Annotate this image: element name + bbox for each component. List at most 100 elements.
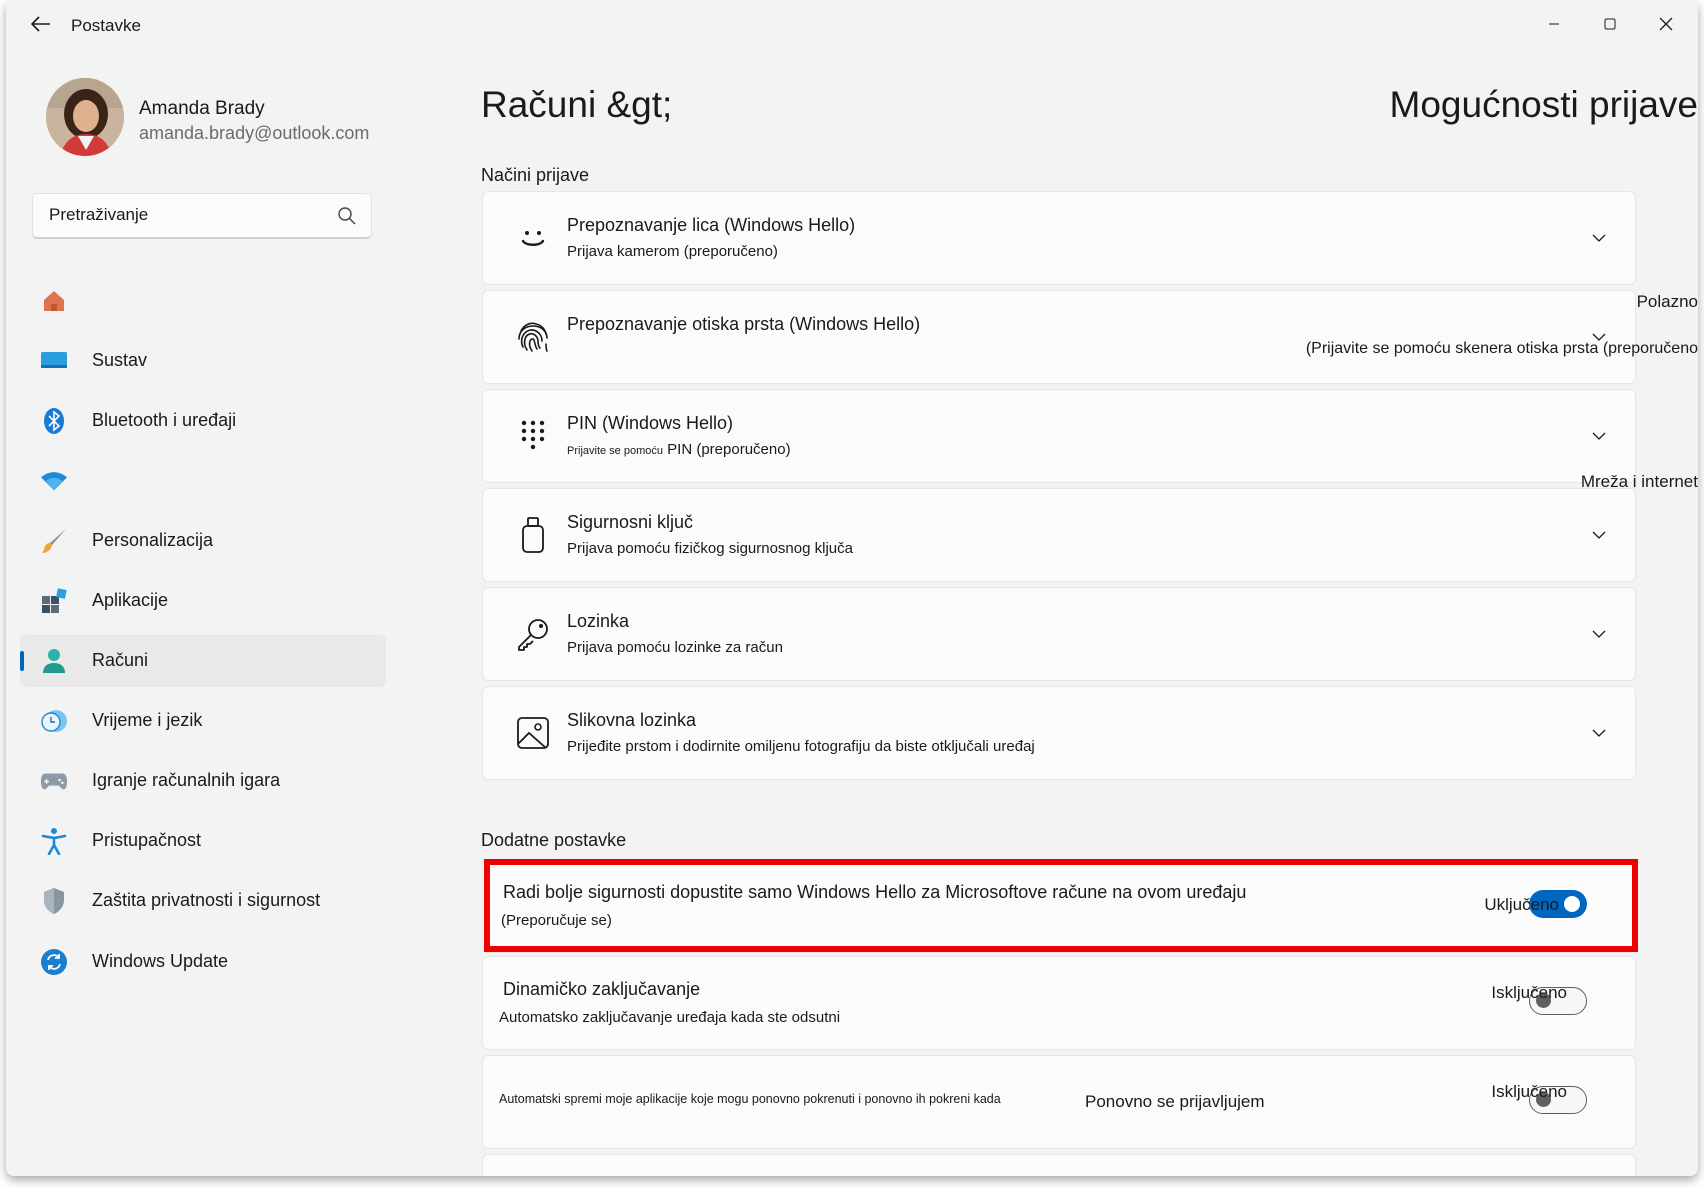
setting-subtitle: Automatsko zaključavanje uređaja kada st… [499,1009,841,1026]
card-subtitle-prefix: Prijavite se pomoću [567,445,663,457]
setting-title: Dinamičko zaključavanje [503,979,701,999]
restart-apps-setting: Automatski spremi moje aplikacije koje m… [482,1055,1636,1149]
picture-icon [513,713,553,753]
setting-title-continued: Ponovno se prijavljujem [1085,1092,1265,1111]
maximize-icon [1604,18,1616,30]
card-subtitle-main: PIN (preporučeno) [667,441,791,458]
sidebar-item-label: Vrijeme i jezik [92,710,203,730]
update-icon [40,948,68,976]
password-card[interactable]: Lozinka Prijava pomoću lozinke za račun [482,587,1636,681]
card-title: Slikovna lozinka [567,710,697,730]
toggle-state-label: Isključeno [1491,1082,1567,1101]
dynamic-lock-setting: Dinamičko zaključavanje Automatsko zaklj… [482,956,1636,1050]
back-button[interactable] [26,12,56,36]
chevron-down-icon [1592,432,1606,440]
sidebar-item-label: Aplikacije [92,590,169,610]
clock-globe-icon [40,707,68,735]
close-button[interactable] [1646,10,1686,38]
sidebar-item-gaming[interactable]: Igranje računalnih igara [20,755,386,807]
back-arrow-icon [31,16,50,32]
sidebar-item-personalization[interactable]: Personalizacija [20,515,386,567]
signin-methods-heading: Načini prijave [481,165,590,185]
search-box[interactable] [32,193,372,239]
sidebar-item-system[interactable]: Sustav [20,335,386,387]
sidebar-item-label: Windows Update [92,951,229,971]
toggle-state-label: Isključeno [1491,983,1567,1002]
security-key-card[interactable]: Sigurnosni ključ Prijava pomoću fizičkog… [482,488,1636,582]
key-icon [513,614,553,654]
shield-icon [40,887,68,915]
sidebar-item-label: Igranje računalnih igara [92,770,281,790]
settings-window: Postavke Amanda Brady amanda.brady@outlo… [6,0,1698,1176]
sidebar-item-windows-update[interactable]: Windows Update [20,936,386,988]
wifi-icon [40,467,68,495]
setting-subtitle: (Preporučuje se) [501,912,612,929]
picture-password-card[interactable]: Slikovna lozinka Prijeđite prstom i dodi… [482,686,1636,780]
pin-keypad-icon [513,416,553,456]
user-email: amanda.brady@outlook.com [139,123,370,143]
close-icon [1659,17,1673,31]
card-subtitle: Prijeđite prstom i dodirnite omiljenu fo… [567,738,1035,755]
sidebar-item-label: Računi [92,650,149,670]
sidebar-item-label: Zaštita privatnosti i sigurnost [92,890,321,910]
face-icon [513,218,553,258]
card-title: Sigurnosni ključ [567,512,694,532]
search-input[interactable] [49,202,319,228]
breadcrumb-parent[interactable]: Računi &gt; [481,84,672,126]
avatar[interactable] [46,78,124,156]
sidebar-item-bluetooth[interactable]: Bluetooth i uređaji [20,395,386,447]
page-title: Mogućnosti prijave [1389,84,1698,125]
network-label-overflow[interactable]: Mreža i internet [1581,472,1698,492]
card-title: PIN (Windows Hello) [567,413,734,433]
setting-title: Automatski spremi moje aplikacije koje m… [499,1092,1001,1106]
home-icon [40,287,68,315]
next-setting-partial [482,1154,1636,1176]
chevron-down-icon [1592,630,1606,638]
card-title: Prepoznavanje otiska prsta (Windows Hell… [567,314,921,334]
sidebar-item-network[interactable] [20,455,386,507]
accessibility-icon [40,827,68,855]
setting-title: Radi bolje sigurnosti dopustite samo Win… [503,882,1247,902]
card-subtitle: Prijava pomoću fizičkog sigurnosnog klju… [567,540,853,557]
chevron-down-icon [1592,234,1606,242]
sidebar-item-accessibility[interactable]: Pristupačnost [20,815,386,867]
sidebar-item-privacy-security[interactable]: Zaštita privatnosti i sigurnost [20,875,386,927]
minimize-icon [1549,23,1559,25]
windows-hello-only-setting: Radi bolje sigurnosti dopustite samo Win… [482,859,1636,953]
user-name: Amanda Brady [139,98,265,119]
sidebar-item-label: Pristupačnost [92,830,202,850]
toggle-knob [1564,896,1580,912]
person-icon [40,647,68,675]
brush-icon [40,527,68,555]
sidebar-item-home[interactable] [20,275,386,327]
additional-settings-heading: Dodatne postavke [481,830,627,850]
fingerprint-card[interactable]: Prepoznavanje otiska prsta (Windows Hell… [482,290,1636,384]
toggle-state-label: Uključeno [1484,895,1559,914]
title-bar: Postavke [6,0,1698,48]
pin-card[interactable]: PIN (Windows Hello) Prijavite se pomoću … [482,389,1636,483]
sidebar-item-label: Sustav [92,350,148,370]
minimize-button[interactable] [1534,10,1574,38]
apps-icon [40,587,68,615]
fingerprint-subtitle-overflow: (Prijavite se pomoću skenera otiska prst… [1305,340,1698,357]
app-title: Postavke [71,16,141,35]
card-title: Lozinka [567,611,630,631]
gamepad-icon [40,767,68,795]
bluetooth-icon [40,407,68,435]
fingerprint-icon [513,317,553,357]
sidebar-item-apps[interactable]: Aplikacije [20,575,386,627]
sidebar-item-time-language[interactable]: Vrijeme i jezik [20,695,386,747]
sidebar-item-label: Bluetooth i uređaji [92,410,237,430]
user-photo [46,78,124,156]
face-recognition-card[interactable]: Prepoznavanje lica (Windows Hello) Prija… [482,191,1636,285]
monitor-icon [40,347,68,375]
sidebar-item-accounts[interactable]: Računi [20,635,386,687]
search-icon[interactable] [337,206,357,226]
maximize-button[interactable] [1590,10,1630,38]
card-subtitle: Prijavite se pomoću PIN (preporučeno) [567,441,791,458]
card-subtitle: Prijava pomoću lozinke za račun [567,639,783,656]
chevron-down-icon [1592,729,1606,737]
card-title: Prepoznavanje lica (Windows Hello) [567,215,856,235]
card-subtitle: Prijava kamerom (preporučeno) [567,243,778,260]
chevron-down-icon [1592,531,1606,539]
